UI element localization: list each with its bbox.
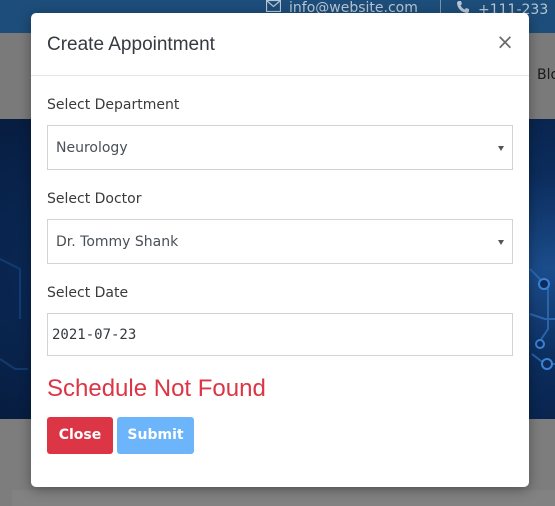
- modal-title: Create Appointment: [47, 34, 215, 55]
- page-section-strip: [12, 490, 555, 506]
- close-button[interactable]: Close: [47, 417, 113, 454]
- department-label: Select Department: [47, 97, 180, 113]
- create-appointment-modal: Create Appointment × Select Department N…: [31, 13, 529, 487]
- date-label: Select Date: [47, 285, 129, 301]
- department-select[interactable]: Neurology: [47, 125, 513, 170]
- submit-button[interactable]: Submit: [117, 417, 194, 454]
- doctor-select[interactable]: Dr. Tommy Shank: [47, 219, 513, 264]
- date-input-value: 2021-07-23: [52, 327, 137, 343]
- close-icon[interactable]: ×: [496, 30, 514, 54]
- department-select-value: Neurology: [56, 140, 128, 156]
- doctor-select-value: Dr. Tommy Shank: [56, 234, 179, 250]
- modal-header: Create Appointment ×: [31, 13, 529, 76]
- date-input[interactable]: 2021-07-23: [47, 313, 513, 356]
- nav-link-blog[interactable]: Blo: [537, 66, 555, 84]
- schedule-error-message: Schedule Not Found: [47, 375, 266, 402]
- chevron-down-icon: [498, 240, 504, 245]
- chevron-down-icon: [498, 146, 504, 151]
- doctor-label: Select Doctor: [47, 191, 142, 207]
